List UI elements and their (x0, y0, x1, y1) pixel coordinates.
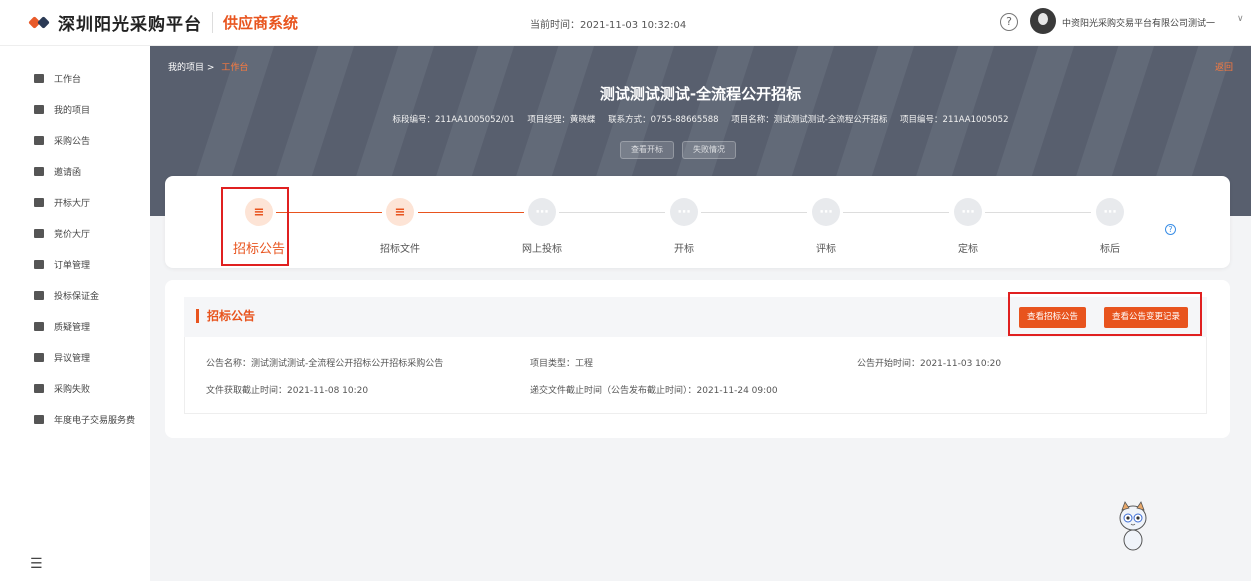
help-icon[interactable]: ? (1000, 13, 1018, 31)
top-bar: 深圳阳光采购平台 供应商系统 当前时间：2021-11-03 10:32:04 … (0, 0, 1251, 46)
chat-icon: ⋯ (1096, 198, 1124, 226)
shield-icon (34, 291, 44, 300)
process-steps: ≡ 招标公告 ≡ 招标文件 ⋯ 网上投标 ⋯ 开标 ⋯ 评标 ⋯ 定标 ⋯ 标后 (165, 176, 1230, 268)
folder-icon (34, 353, 44, 362)
sidebar-item-procurement-failure[interactable]: 采购失败 (34, 382, 90, 395)
view-opening-button[interactable]: 查看开标 (620, 141, 674, 159)
project-name: 项目名称：测试测试测试-全流程公开招标 (731, 115, 888, 125)
sidebar-item-deposit[interactable]: 投标保证金 (34, 289, 99, 302)
building-icon (34, 198, 44, 207)
step-award[interactable]: ⋯ 定标 (928, 198, 1008, 255)
trash-icon (34, 384, 44, 393)
cart-icon (34, 136, 44, 145)
project-type: 项目类型：工程 (530, 359, 594, 369)
logo[interactable]: 深圳阳光采购平台 供应商系统 (28, 10, 298, 35)
sidebar-item-procurement-notice[interactable]: 采购公告 (34, 134, 90, 147)
chat-icon: ⋯ (670, 198, 698, 226)
document-icon (34, 322, 44, 331)
order-icon (34, 260, 44, 269)
user-name[interactable]: 中资阳光采购交易平台有限公司测试一 (1062, 16, 1215, 29)
sidebar: 工作台 我的项目 采购公告 邀请函 开标大厅 竞价大厅 订单管理 投标保证金 质… (0, 46, 150, 581)
project-title: 测试测试测试-全流程公开招标 (599, 85, 802, 103)
project-number: 项目编号：211AA1005052 (900, 115, 1009, 125)
gavel-icon (34, 229, 44, 238)
document-icon: ≡ (386, 198, 414, 226)
sidebar-item-workbench[interactable]: 工作台 (34, 72, 81, 85)
step-online-bidding[interactable]: ⋯ 网上投标 (502, 198, 582, 255)
section-title: 招标公告 (196, 309, 255, 323)
notice-name: 公告名称：测试测试测试-全流程公开招标公开招标采购公告 (206, 359, 444, 369)
logo-icon (28, 13, 50, 33)
step-bid-opening[interactable]: ⋯ 开标 (644, 198, 724, 255)
sidebar-item-bidding-hall[interactable]: 竞价大厅 (34, 227, 90, 240)
breadcrumb-separator: > (206, 63, 215, 73)
help-icon[interactable]: ? (1165, 224, 1176, 235)
monitor-icon (34, 74, 44, 83)
step-tender-documents[interactable]: ≡ 招标文件 (360, 198, 440, 255)
project-info: 标段编号：211AA1005052/01 项目经理：黄晓蝶 联系方式：0755-… (150, 113, 1251, 125)
sidebar-item-orders[interactable]: 订单管理 (34, 258, 90, 271)
breadcrumb-root[interactable]: 我的项目 (168, 63, 204, 73)
sidebar-item-challenges[interactable]: 质疑管理 (34, 320, 90, 333)
project-manager: 项目经理：黄晓蝶 (527, 115, 596, 125)
doc-deadline: 文件获取截止时间：2021-11-08 10:20 (206, 386, 369, 396)
breadcrumb-current: 工作台 (221, 63, 249, 73)
banner-actions: 查看开标 失败情况 (620, 141, 744, 159)
notice-start-time: 公告开始时间：2021-11-03 10:20 (857, 359, 1002, 369)
failure-status-button[interactable]: 失败情况 (682, 141, 736, 159)
current-time: 当前时间：2021-11-03 10:32:04 (530, 20, 687, 31)
chat-icon: ⋯ (812, 198, 840, 226)
mail-icon (34, 167, 44, 176)
platform-title: 深圳阳光采购平台 (58, 15, 202, 35)
sidebar-item-annual-fee[interactable]: 年度电子交易服务费 (34, 413, 135, 426)
breadcrumb: 我的项目 > 工作台 (168, 60, 248, 73)
sidebar-item-invitation[interactable]: 邀请函 (34, 165, 81, 178)
sidebar-item-objections[interactable]: 异议管理 (34, 351, 90, 364)
submit-deadline: 递交文件截止时间（公告发布截止时间）：2021-11-24 09:00 (530, 386, 778, 396)
folder-icon (34, 415, 44, 424)
folder-icon (34, 105, 44, 114)
system-subtitle: 供应商系统 (212, 12, 298, 33)
sidebar-item-bid-opening-hall[interactable]: 开标大厅 (34, 196, 90, 209)
step-evaluation[interactable]: ⋯ 评标 (786, 198, 866, 255)
lot-number: 标段编号：211AA1005052/01 (392, 115, 515, 125)
back-link[interactable]: 返回 (1215, 60, 1233, 73)
chevron-down-icon[interactable]: ∨ (1237, 14, 1244, 24)
highlight-box (1008, 292, 1202, 336)
chat-icon: ⋯ (528, 198, 556, 226)
step-post-award[interactable]: ⋯ 标后 (1070, 198, 1150, 255)
mascot-icon[interactable] (1118, 500, 1148, 552)
sidebar-item-my-projects[interactable]: 我的项目 (34, 103, 90, 116)
highlight-box (221, 187, 289, 266)
contact: 联系方式：0755-88665588 (608, 115, 719, 125)
avatar[interactable] (1030, 8, 1056, 34)
chat-icon: ⋯ (954, 198, 982, 226)
collapse-menu-icon[interactable]: ☰ (30, 556, 43, 572)
